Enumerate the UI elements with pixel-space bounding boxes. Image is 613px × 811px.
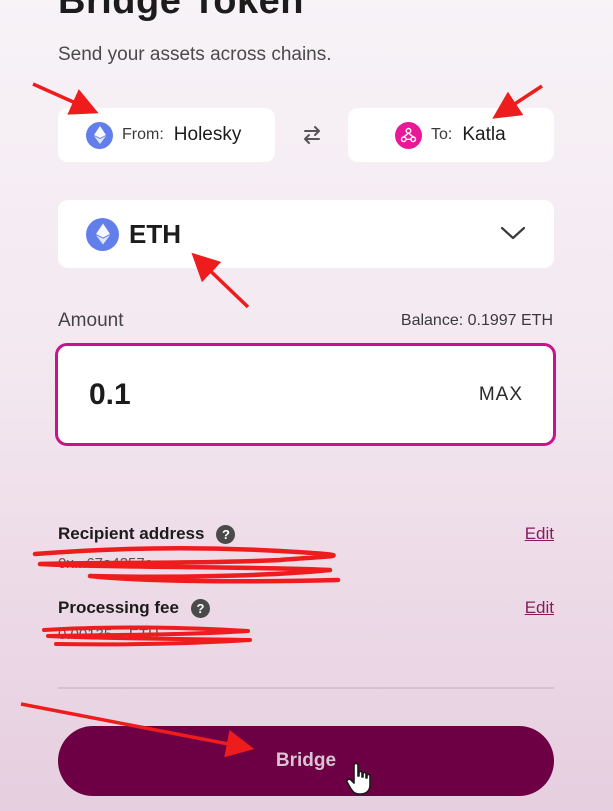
to-chain-value: Katla — [462, 124, 506, 145]
max-button[interactable]: MAX — [479, 384, 523, 406]
token-selector[interactable]: ETH — [58, 200, 554, 268]
bridge-button[interactable]: Bridge — [58, 726, 554, 796]
taiko-icon — [395, 121, 422, 149]
ethereum-icon — [86, 121, 113, 149]
page-subtitle: Send your assets across chains. — [58, 44, 332, 65]
redaction-scribble — [32, 545, 341, 584]
recipient-address-label-text: Recipient address — [58, 524, 205, 543]
processing-fee-label: Processing fee ? — [58, 598, 210, 618]
annotation-arrow — [32, 82, 99, 115]
help-icon[interactable]: ? — [190, 598, 210, 618]
processing-fee-label-text: Processing fee — [58, 598, 179, 617]
from-chain-label: From: — [122, 126, 164, 143]
swap-arrows-icon — [304, 126, 320, 144]
ethereum-icon — [86, 217, 119, 251]
amount-field[interactable]: MAX — [55, 343, 556, 446]
divider — [58, 687, 554, 689]
token-name: ETH — [129, 218, 181, 249]
to-chain-label: To: — [431, 126, 453, 143]
help-icon[interactable]: ? — [216, 524, 236, 544]
chevron-down-icon — [500, 226, 526, 240]
from-chain-value: Holesky — [173, 124, 242, 145]
to-chain-selector[interactable]: To: Katla — [348, 108, 554, 162]
recipient-address-label: Recipient address ? — [58, 524, 236, 544]
edit-fee-link[interactable]: Edit — [525, 598, 554, 618]
amount-input[interactable] — [89, 377, 449, 412]
edit-recipient-link[interactable]: Edit — [525, 524, 554, 544]
page-title: Bridge Token — [58, 0, 304, 22]
swap-chains-button[interactable] — [298, 122, 326, 148]
redaction-scribble — [42, 625, 252, 647]
from-chain-selector[interactable]: From: Holesky — [58, 108, 275, 162]
balance-text: Balance: 0.1997 ETH — [400, 312, 553, 329]
amount-label: Amount — [58, 310, 124, 331]
